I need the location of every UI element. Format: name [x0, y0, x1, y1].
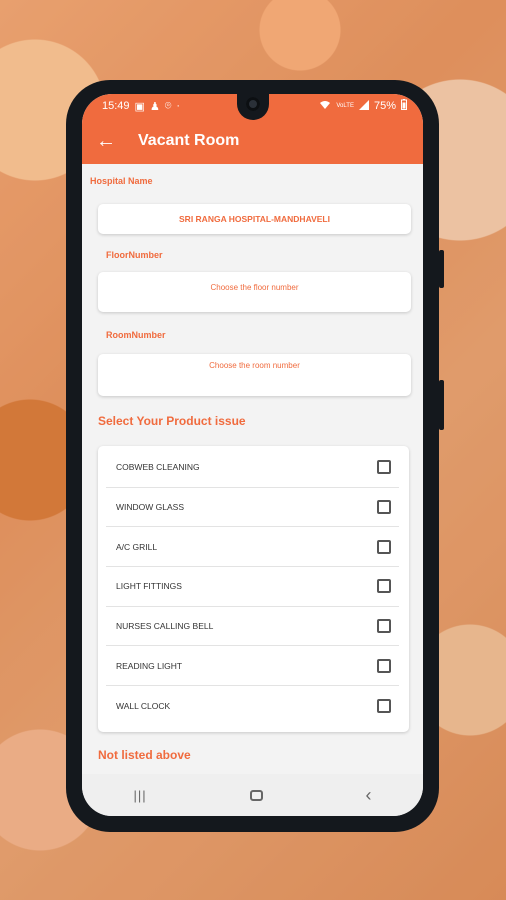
issue-checkbox[interactable] [377, 698, 391, 713]
battery-percentage: 75% [373, 100, 396, 112]
battery-icon [401, 99, 407, 113]
status-time: 15:49 [102, 100, 130, 112]
issue-label: WALL CLOCK [116, 700, 171, 711]
room-number-placeholder: Choose the room number [209, 361, 300, 370]
back-arrow-icon[interactable]: ← [96, 130, 126, 153]
phone-screen: 15:49 ▣ ♟ ⌾ · VoLTE 75% ← Vacant Room Ho… [82, 94, 423, 816]
hospital-name-value: SRI RANGA HOSPITAL-MANDHAVELI [179, 214, 330, 224]
app-bar: ← Vacant Room [82, 118, 423, 164]
issue-checkbox[interactable] [377, 539, 391, 554]
issue-checklist: COBWEB CLEANING WINDOW GLASS A/C GRILL L… [98, 446, 409, 732]
issue-checkbox[interactable] [377, 579, 391, 594]
wifi-icon [319, 100, 331, 113]
recents-icon[interactable]: ||| [133, 788, 146, 803]
home-icon[interactable] [249, 789, 263, 801]
issue-row-ac-grill[interactable]: A/C GRILL [106, 527, 399, 568]
issue-checkbox[interactable] [377, 500, 391, 515]
issue-label: READING LIGHT [116, 660, 183, 671]
volume-button [439, 250, 444, 288]
product-issue-heading: Select Your Product issue [98, 414, 246, 428]
nav-back-icon[interactable]: ‹ [366, 785, 372, 806]
system-nav-bar: ||| ‹ [82, 774, 423, 816]
form-content[interactable]: Hospital Name SRI RANGA HOSPITAL-MANDHAV… [82, 164, 423, 768]
floor-number-select[interactable]: Choose the floor number [98, 272, 411, 312]
not-listed-heading: Not listed above [98, 747, 191, 762]
signal-icon [358, 99, 369, 113]
issue-row-wall-clock[interactable]: WALL CLOCK [106, 686, 399, 726]
page-title: Vacant Room [138, 132, 240, 149]
floor-number-label: FloorNumber [106, 250, 163, 260]
notification-icon: ♟ [149, 100, 160, 113]
issue-checkbox[interactable] [377, 619, 391, 634]
issue-row-window-glass[interactable]: WINDOW GLASS [106, 488, 399, 528]
issue-label: COBWEB CLEANING [116, 462, 200, 473]
room-number-select[interactable]: Choose the room number [98, 354, 411, 396]
issue-label: LIGHT FITTINGS [116, 581, 182, 592]
sync-icon: ⌾ [164, 99, 172, 112]
issue-checkbox[interactable] [377, 658, 391, 673]
phone-frame: 15:49 ▣ ♟ ⌾ · VoLTE 75% ← Vacant Room Ho… [66, 80, 444, 832]
power-button [439, 380, 444, 430]
room-number-label: RoomNumber [106, 330, 166, 340]
hospital-name-field[interactable]: SRI RANGA HOSPITAL-MANDHAVELI [98, 204, 411, 234]
network-label: VoLTE [336, 103, 354, 109]
issue-row-reading-light[interactable]: READING LIGHT [106, 646, 399, 687]
issue-checkbox[interactable] [377, 460, 391, 475]
issue-label: NURSES CALLING BELL [116, 621, 214, 632]
issue-label: WINDOW GLASS [116, 502, 185, 513]
more-notifications-icon: · [176, 100, 181, 112]
hospital-name-label: Hospital Name [90, 176, 153, 186]
image-icon: ▣ [134, 100, 145, 113]
floor-number-placeholder: Choose the floor number [210, 283, 299, 292]
issue-row-light-fittings[interactable]: LIGHT FITTINGS [106, 567, 399, 607]
issue-label: A/C GRILL [116, 541, 158, 552]
issue-row-cobweb-cleaning[interactable]: COBWEB CLEANING [106, 448, 399, 488]
issue-row-nurses-calling-bell[interactable]: NURSES CALLING BELL [106, 607, 399, 647]
